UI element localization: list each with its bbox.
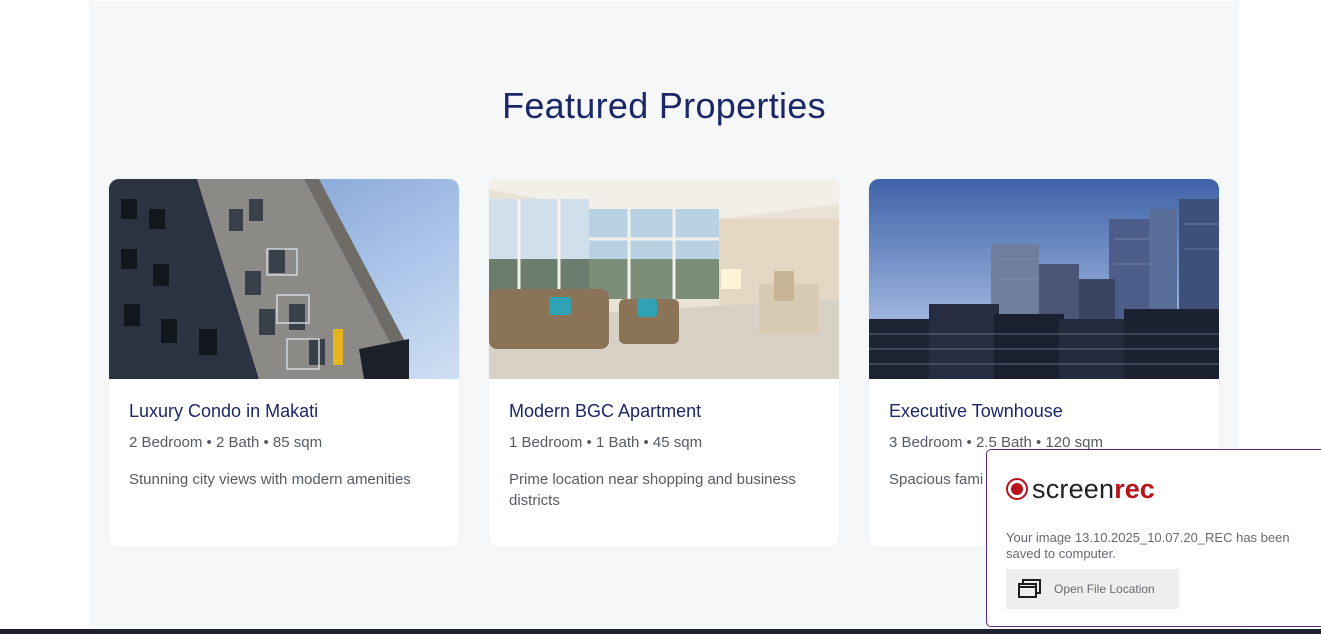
open-file-location-label: Open File Location: [1054, 582, 1155, 596]
section-title: Featured Properties: [502, 85, 826, 126]
property-specs: 1 Bedroom • 1 Bath • 45 sqm: [509, 434, 703, 451]
city-skyline-photo: [869, 179, 1219, 379]
property-image[interactable]: [109, 179, 459, 379]
property-title[interactable]: Executive Townhouse: [889, 401, 1199, 422]
open-file-location-button[interactable]: Open File Location: [1006, 569, 1179, 609]
screenrec-logo: screen rec: [1006, 474, 1155, 504]
screenrec-notification[interactable]: screen rec Your image 13.10.2025_10.07.20…: [986, 449, 1321, 627]
property-description: Prime location near shopping and busines…: [509, 471, 796, 509]
window-stack-icon: [1018, 579, 1041, 598]
logo-text-rec: rec: [1114, 473, 1155, 504]
property-image[interactable]: [489, 179, 839, 379]
footer-bar: [0, 629, 1321, 634]
property-specs: 2 Bedroom • 2 Bath • 85 sqm: [129, 434, 323, 451]
notification-message: Your image 13.10.2025_10.07.20_REC has b…: [1006, 530, 1290, 561]
living-room-photo: [489, 179, 839, 379]
property-image[interactable]: [869, 179, 1219, 379]
property-title[interactable]: Modern BGC Apartment: [509, 401, 819, 422]
property-title[interactable]: Luxury Condo in Makati: [129, 401, 439, 422]
property-description: Stunning city views with modern amenitie…: [129, 471, 411, 488]
condo-building-photo: [109, 179, 459, 379]
property-card[interactable]: Modern BGC Apartment 1 Bedroom • 1 Bath …: [489, 179, 839, 547]
logo-text-screen: screen: [1032, 473, 1115, 504]
property-card[interactable]: Luxury Condo in Makati 2 Bedroom • 2 Bat…: [109, 179, 459, 547]
record-icon: [1006, 478, 1028, 500]
